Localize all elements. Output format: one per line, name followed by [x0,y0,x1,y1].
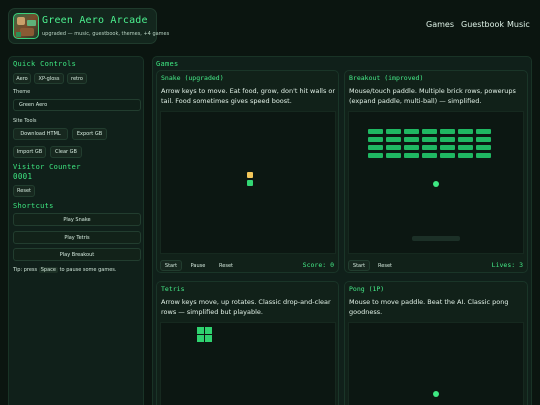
breakout-paddle[interactable] [412,236,460,241]
breakout-brick [368,137,383,142]
breakout-brick [440,129,455,134]
snake-title: Snake (upgraded) [161,74,224,82]
nav-games[interactable]: Games [426,20,454,29]
breakout-brick [440,145,455,150]
breakout-brick [476,129,491,134]
import-gb-button[interactable]: Import GB [13,146,46,158]
pong-description: Mouse to move paddle. Beat the AI. Class… [349,298,509,316]
theme-aero-button[interactable]: Aero [13,73,31,84]
breakout-brick [404,145,419,150]
shortcuts-title: Shortcuts [13,202,54,210]
pong-card: Pong (1P) Mouse to move paddle. Beat the… [344,281,528,405]
snake-canvas[interactable] [160,111,336,254]
snake-score: Score: 0 [303,261,334,269]
breakout-brick [422,153,437,158]
breakout-canvas[interactable] [348,111,524,254]
export-gb-button[interactable]: Export GB [72,128,107,140]
breakout-brick [386,153,401,158]
breakout-brick [458,137,473,142]
games-title: Games [156,60,179,68]
breakout-brick [458,145,473,150]
breakout-ball [433,181,439,187]
theme-retro-button[interactable]: retro [67,73,87,84]
breakout-description: Mouse/touch paddle. Multiple brick rows,… [349,87,516,105]
site-tools-label: Site Tools [13,118,37,124]
tetris-title: Tetris [161,285,185,293]
reset-counter-button[interactable]: Reset [13,185,35,197]
visitor-count: 0001 [13,172,33,181]
breakout-brick [368,153,383,158]
breakout-brick [368,129,383,134]
breakout-brick [440,137,455,142]
brand-box: Green Aero Arcade upgraded — music, gues… [8,8,169,44]
nav-guestbook[interactable]: Guestbook [461,20,504,29]
breakout-brick [458,153,473,158]
breakout-brick [440,153,455,158]
theme-xp-gloss-button[interactable]: XP-gloss [34,73,64,84]
snake-head [247,180,253,186]
breakout-brick [476,153,491,158]
tetris-card: Tetris Arrow keys move, up rotates. Clas… [156,281,339,405]
breakout-lives-value: 3 [519,261,523,269]
visitor-counter-title: Visitor Counter [13,163,81,171]
breakout-brick [422,129,437,134]
breakout-brick [386,129,401,134]
tip-key: Space [38,267,58,273]
tip-text: Tip: press Space to pause some games. [13,267,116,273]
breakout-brick [404,153,419,158]
snake-description: Arrow keys to move. Eat food, grow, don'… [161,87,336,105]
breakout-reset-button[interactable]: Reset [373,260,397,271]
snake-score-label: Score: [302,261,327,269]
breakout-brick [422,145,437,150]
tetris-block [205,335,212,342]
pong-ball [433,391,439,397]
theme-label: Theme [13,89,31,95]
breakout-brick [422,137,437,142]
play-tetris-button[interactable]: Play Tetris [13,231,141,244]
play-breakout-button[interactable]: Play Breakout [13,248,141,261]
quick-controls-title: Quick Controls [13,60,77,68]
breakout-lives: Lives: 3 [492,261,523,269]
brand-subtitle: upgraded — music, guestbook, themes, +4 … [42,31,170,37]
download-html-button[interactable]: Download HTML [13,128,68,140]
breakout-start-button[interactable]: Start [348,260,370,271]
snake-card: Snake (upgraded) Arrow keys to move. Eat… [156,70,339,273]
snake-start-button[interactable]: Start [160,260,182,271]
snake-food [247,172,253,178]
tip-suffix: to pause some games. [59,267,117,273]
site-header: Green Aero Arcade upgraded — music, gues… [0,0,540,50]
tip-prefix: Tip: press [13,267,38,273]
snake-reset-button[interactable]: Reset [214,260,238,271]
breakout-brick [386,137,401,142]
tetris-description: Arrow keys move, up rotates. Classic dro… [161,298,331,316]
breakout-brick [404,137,419,142]
tetris-block [197,327,204,334]
tetris-canvas[interactable] [160,322,336,405]
pong-canvas[interactable] [348,322,524,405]
breakout-brick [476,137,491,142]
logo-icon [13,13,39,39]
breakout-brick [404,129,419,134]
breakout-brick [368,145,383,150]
clear-gb-button[interactable]: Clear GB [50,146,82,158]
brand-title: Green Aero Arcade [42,15,148,26]
tetris-block [197,335,204,342]
nav-music[interactable]: Music [507,20,530,29]
pong-title: Pong (1P) [349,285,385,293]
breakout-brick [476,145,491,150]
snake-pause-button[interactable]: Pause [185,260,211,271]
theme-select[interactable]: Green Aero [13,99,141,111]
breakout-lives-label: Lives: [491,261,516,269]
quick-controls-panel: Quick Controls Aero XP-gloss retro Theme… [8,56,144,405]
play-snake-button[interactable]: Play Snake [13,213,141,226]
breakout-brick [386,145,401,150]
breakout-title: Breakout (improved) [349,74,424,82]
tetris-block [205,327,212,334]
breakout-card: Breakout (improved) Mouse/touch paddle. … [344,70,528,273]
breakout-brick [458,129,473,134]
snake-score-value: 0 [330,261,334,269]
